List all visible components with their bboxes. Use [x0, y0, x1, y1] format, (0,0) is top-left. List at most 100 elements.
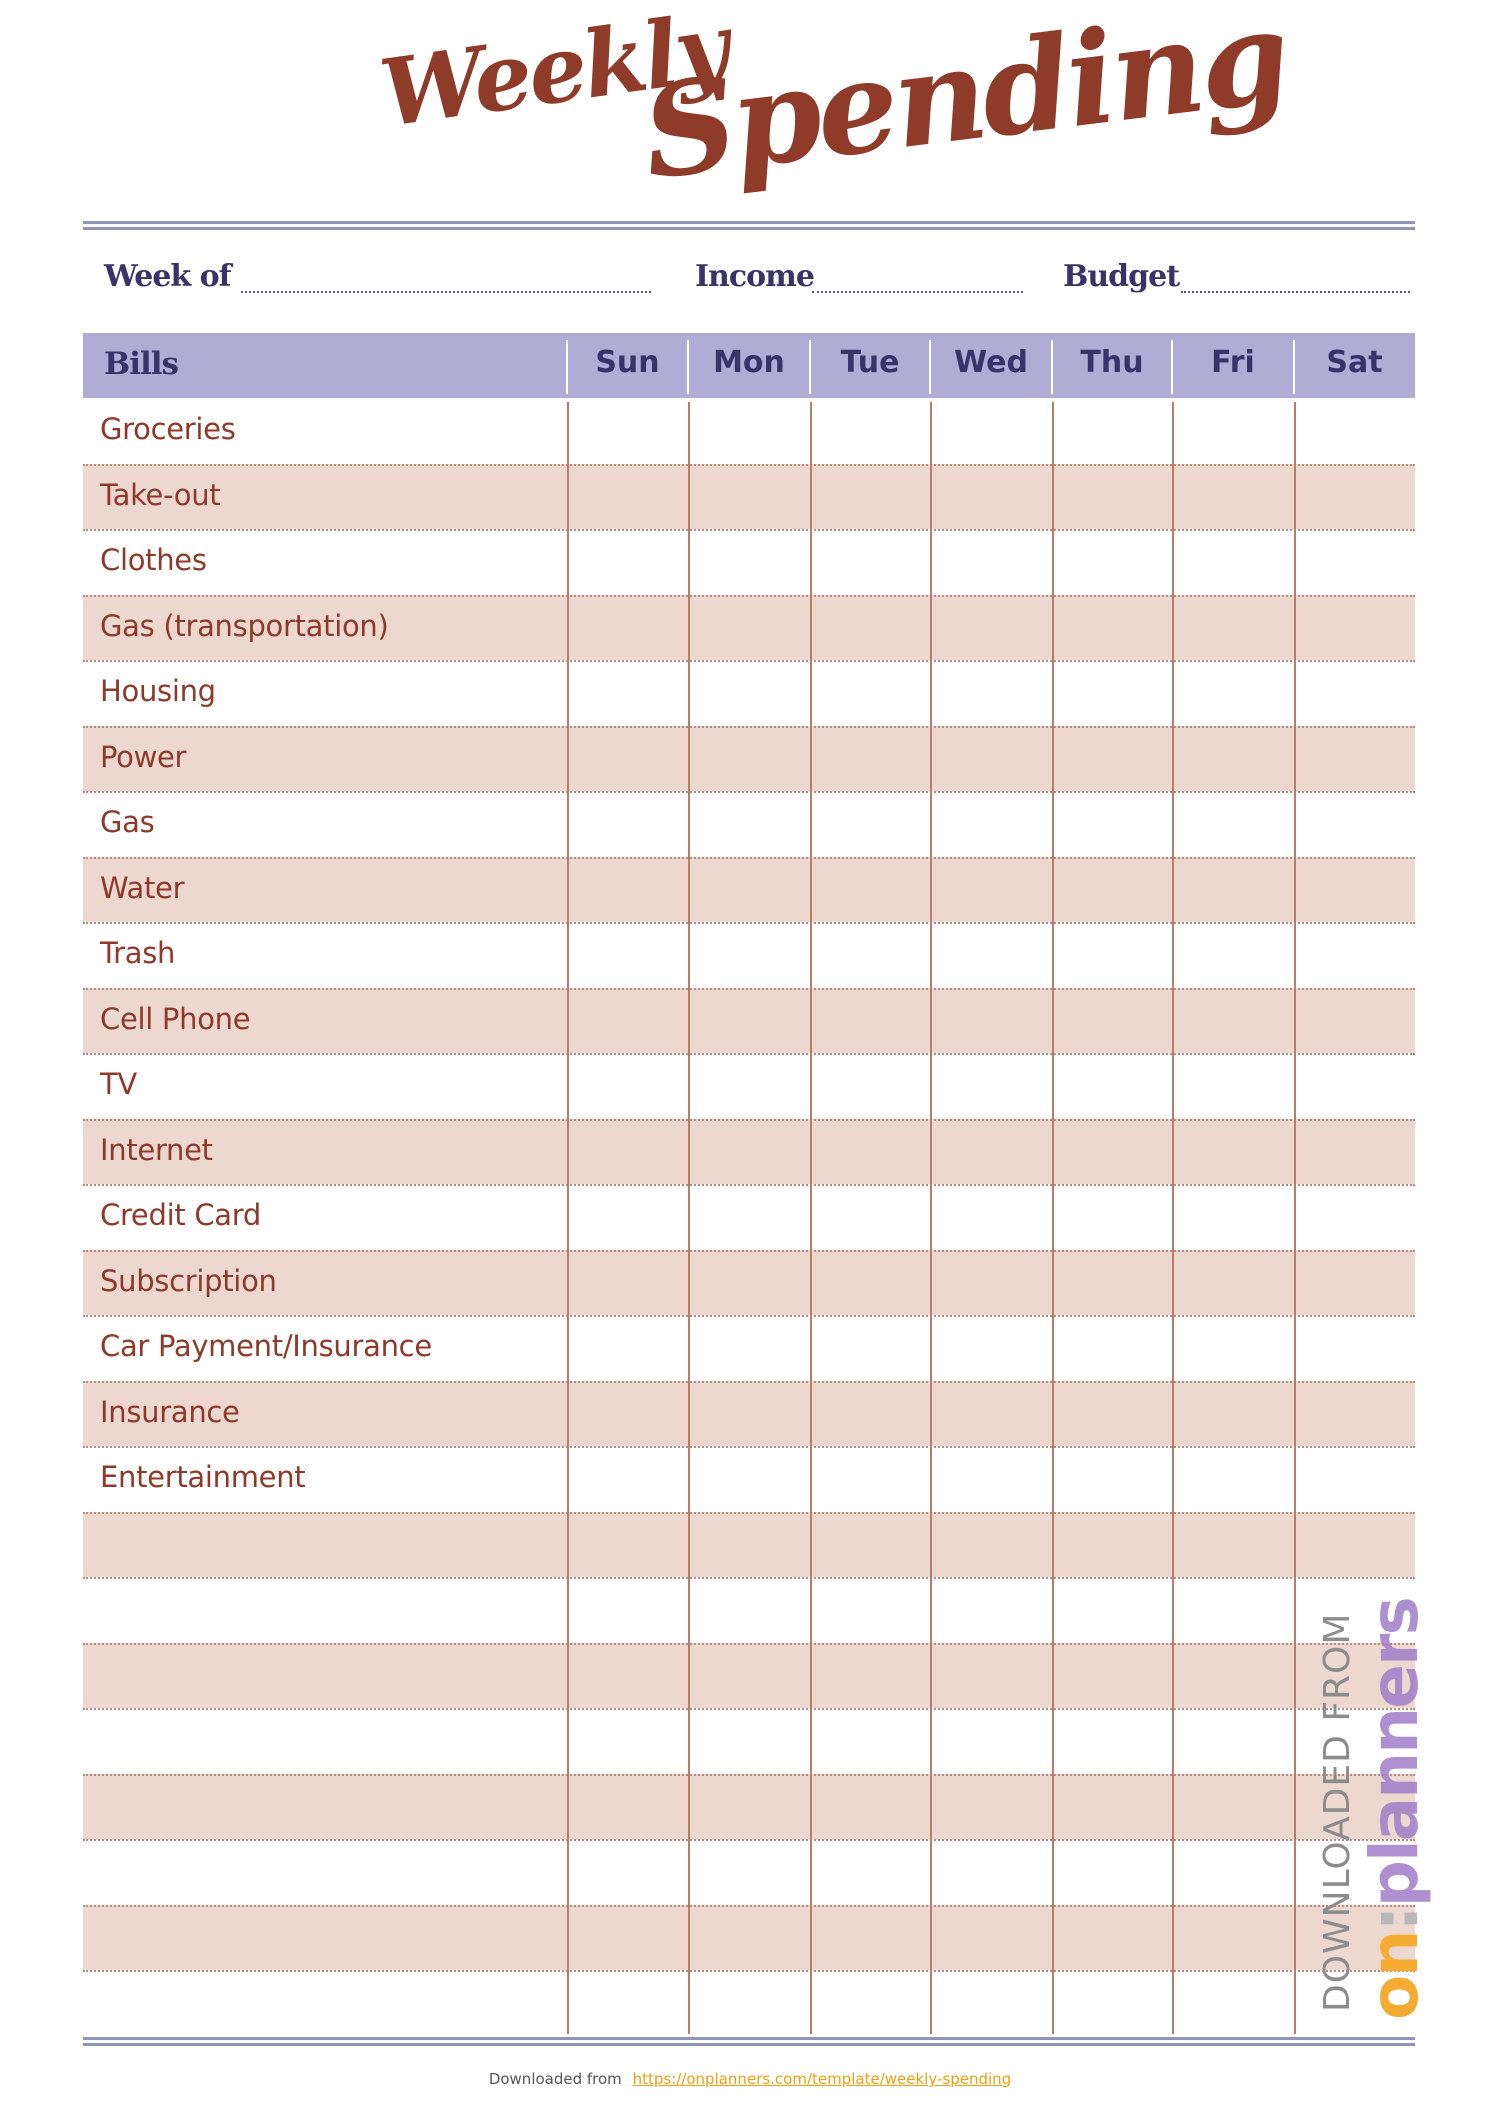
day-cell-tue[interactable]: [810, 1119, 930, 1185]
day-cell-thu[interactable]: [1052, 791, 1172, 857]
day-cell-fri[interactable]: [1172, 1970, 1294, 2036]
day-cell-tue[interactable]: [810, 1184, 930, 1250]
day-cell-sun[interactable]: [567, 660, 688, 726]
day-cell-tue[interactable]: [810, 1970, 930, 2036]
day-cell-sat[interactable]: [1294, 1119, 1415, 1185]
day-cell-thu[interactable]: [1052, 988, 1172, 1054]
day-cell-mon[interactable]: [688, 988, 810, 1054]
day-cell-sat[interactable]: [1294, 726, 1415, 792]
day-cell-sun[interactable]: [567, 726, 688, 792]
day-cell-wed[interactable]: [930, 1446, 1052, 1512]
day-cell-sun[interactable]: [567, 988, 688, 1054]
day-cell-sun[interactable]: [567, 1774, 688, 1840]
day-cell-fri[interactable]: [1172, 1184, 1294, 1250]
day-cell-mon[interactable]: [688, 1381, 810, 1447]
day-cell-sun[interactable]: [567, 1119, 688, 1185]
day-cell-thu[interactable]: [1052, 1839, 1172, 1905]
day-cell-thu[interactable]: [1052, 529, 1172, 595]
day-cell-wed[interactable]: [930, 1053, 1052, 1119]
day-cell-mon[interactable]: [688, 1119, 810, 1185]
day-cell-tue[interactable]: [810, 857, 930, 923]
day-cell-wed[interactable]: [930, 1512, 1052, 1578]
week-of-field[interactable]: [241, 291, 651, 293]
day-cell-sat[interactable]: [1294, 988, 1415, 1054]
budget-field[interactable]: [1181, 291, 1410, 293]
day-cell-mon[interactable]: [688, 726, 810, 792]
day-cell-sat[interactable]: [1294, 1446, 1415, 1512]
day-cell-mon[interactable]: [688, 1446, 810, 1512]
income-field[interactable]: [812, 291, 1023, 293]
day-cell-thu[interactable]: [1052, 1708, 1172, 1774]
day-cell-sun[interactable]: [567, 1970, 688, 2036]
day-cell-mon[interactable]: [688, 791, 810, 857]
day-cell-thu[interactable]: [1052, 1184, 1172, 1250]
day-cell-wed[interactable]: [930, 1250, 1052, 1316]
day-cell-thu[interactable]: [1052, 660, 1172, 726]
day-cell-fri[interactable]: [1172, 988, 1294, 1054]
day-cell-wed[interactable]: [930, 988, 1052, 1054]
day-cell-thu[interactable]: [1052, 595, 1172, 661]
day-cell-thu[interactable]: [1052, 1774, 1172, 1840]
day-cell-sun[interactable]: [567, 1184, 688, 1250]
day-cell-mon[interactable]: [688, 1315, 810, 1381]
day-cell-fri[interactable]: [1172, 660, 1294, 726]
day-cell-tue[interactable]: [810, 1053, 930, 1119]
day-cell-wed[interactable]: [930, 1643, 1052, 1709]
day-cell-wed[interactable]: [930, 1577, 1052, 1643]
day-cell-sat[interactable]: [1294, 1184, 1415, 1250]
day-cell-tue[interactable]: [810, 922, 930, 988]
day-cell-wed[interactable]: [930, 529, 1052, 595]
day-cell-thu[interactable]: [1052, 1970, 1172, 2036]
day-cell-mon[interactable]: [688, 857, 810, 923]
day-cell-wed[interactable]: [930, 1119, 1052, 1185]
day-cell-thu[interactable]: [1052, 1577, 1172, 1643]
day-cell-mon[interactable]: [688, 922, 810, 988]
day-cell-thu[interactable]: [1052, 1643, 1172, 1709]
day-cell-fri[interactable]: [1172, 1119, 1294, 1185]
day-cell-wed[interactable]: [930, 1708, 1052, 1774]
day-cell-wed[interactable]: [930, 1315, 1052, 1381]
day-cell-fri[interactable]: [1172, 1315, 1294, 1381]
day-cell-thu[interactable]: [1052, 1446, 1172, 1512]
day-cell-sun[interactable]: [567, 398, 688, 464]
day-cell-sun[interactable]: [567, 791, 688, 857]
day-cell-tue[interactable]: [810, 1577, 930, 1643]
day-cell-thu[interactable]: [1052, 922, 1172, 988]
day-cell-fri[interactable]: [1172, 398, 1294, 464]
day-cell-fri[interactable]: [1172, 1577, 1294, 1643]
day-cell-wed[interactable]: [930, 1905, 1052, 1971]
footer-link[interactable]: https://onplanners.com/template/weekly-s…: [633, 2070, 1012, 2088]
day-cell-tue[interactable]: [810, 1446, 930, 1512]
day-cell-sun[interactable]: [567, 1381, 688, 1447]
day-cell-sun[interactable]: [567, 857, 688, 923]
day-cell-mon[interactable]: [688, 1970, 810, 2036]
day-cell-sat[interactable]: [1294, 1315, 1415, 1381]
day-cell-thu[interactable]: [1052, 1381, 1172, 1447]
day-cell-sat[interactable]: [1294, 1381, 1415, 1447]
day-cell-sat[interactable]: [1294, 1250, 1415, 1316]
day-cell-sun[interactable]: [567, 922, 688, 988]
day-cell-mon[interactable]: [688, 1577, 810, 1643]
day-cell-tue[interactable]: [810, 1381, 930, 1447]
day-cell-fri[interactable]: [1172, 1512, 1294, 1578]
day-cell-fri[interactable]: [1172, 1643, 1294, 1709]
day-cell-wed[interactable]: [930, 857, 1052, 923]
day-cell-fri[interactable]: [1172, 464, 1294, 530]
day-cell-tue[interactable]: [810, 1905, 930, 1971]
day-cell-sun[interactable]: [567, 1839, 688, 1905]
day-cell-mon[interactable]: [688, 464, 810, 530]
day-cell-sun[interactable]: [567, 1577, 688, 1643]
day-cell-fri[interactable]: [1172, 726, 1294, 792]
day-cell-wed[interactable]: [930, 398, 1052, 464]
day-cell-mon[interactable]: [688, 660, 810, 726]
day-cell-sat[interactable]: [1294, 1053, 1415, 1119]
day-cell-mon[interactable]: [688, 529, 810, 595]
day-cell-thu[interactable]: [1052, 1905, 1172, 1971]
day-cell-fri[interactable]: [1172, 1381, 1294, 1447]
day-cell-tue[interactable]: [810, 1708, 930, 1774]
day-cell-sun[interactable]: [567, 1905, 688, 1971]
day-cell-sat[interactable]: [1294, 398, 1415, 464]
day-cell-sun[interactable]: [567, 464, 688, 530]
day-cell-sun[interactable]: [567, 1512, 688, 1578]
day-cell-thu[interactable]: [1052, 1053, 1172, 1119]
